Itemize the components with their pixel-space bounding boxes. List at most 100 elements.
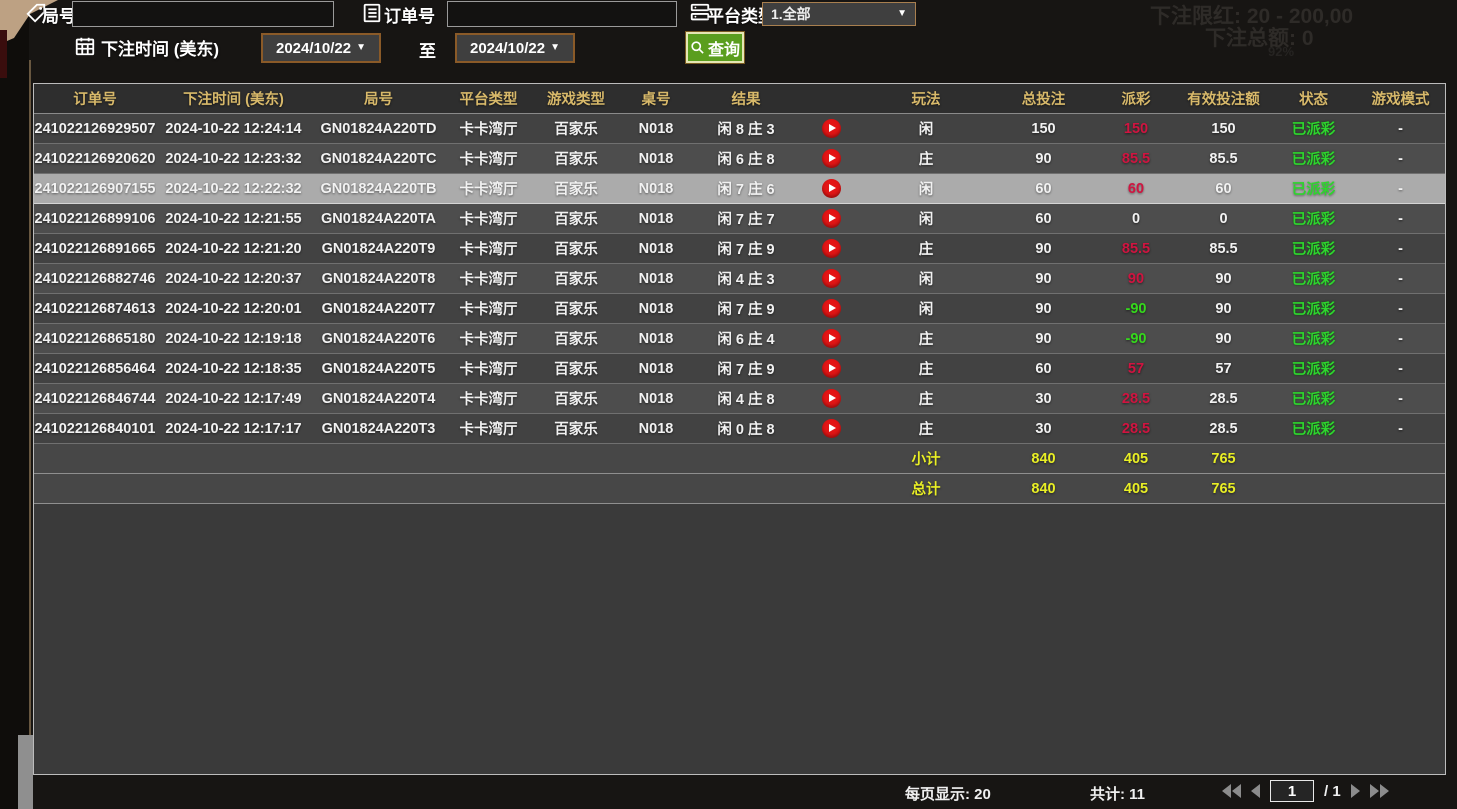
play-icon[interactable] bbox=[822, 359, 841, 378]
play-icon[interactable] bbox=[822, 269, 841, 288]
next-page-button[interactable] bbox=[1351, 784, 1360, 798]
cell-play: 庄 bbox=[861, 144, 991, 173]
cell-status: 已派彩 bbox=[1271, 114, 1356, 143]
cell-result: 闲 0 庄 8 bbox=[691, 414, 801, 443]
cell-bet: 90 bbox=[991, 324, 1096, 353]
date-to-picker[interactable]: 2024/10/22 ▼ bbox=[455, 33, 575, 63]
table-row[interactable]: 2410221268651802024-10-22 12:19:18GN0182… bbox=[34, 324, 1445, 354]
calendar-icon bbox=[74, 35, 96, 57]
play-icon[interactable] bbox=[822, 119, 841, 138]
table-row[interactable]: 2410221269295072024-10-22 12:24:14GN0182… bbox=[34, 114, 1445, 144]
round-input[interactable] bbox=[72, 1, 334, 27]
cell-replay bbox=[801, 114, 861, 143]
cell-platform: 卡卡湾厅 bbox=[446, 144, 531, 173]
page-total-label: / 1 bbox=[1324, 783, 1341, 800]
cell-payout: 150 bbox=[1096, 114, 1176, 143]
search-button[interactable]: 查询 bbox=[686, 32, 744, 63]
table-row[interactable]: 2410221268564642024-10-22 12:18:35GN0182… bbox=[34, 354, 1445, 384]
total-count-label: 共计: 11 bbox=[1090, 783, 1145, 804]
first-page-button[interactable] bbox=[1222, 784, 1241, 798]
empty-cell bbox=[691, 444, 801, 473]
table-row[interactable]: 2410221268991062024-10-22 12:21:55GN0182… bbox=[34, 204, 1445, 234]
cell-platform: 卡卡湾厅 bbox=[446, 174, 531, 203]
cell-valid: 85.5 bbox=[1176, 234, 1271, 263]
cell-table: N018 bbox=[621, 204, 691, 233]
background-line bbox=[29, 60, 31, 735]
play-icon[interactable] bbox=[822, 149, 841, 168]
ghost-percent-text: 92% bbox=[1268, 44, 1294, 59]
play-icon[interactable] bbox=[822, 209, 841, 228]
cell-game: 百家乐 bbox=[531, 204, 621, 233]
column-header: 玩法 bbox=[861, 84, 991, 113]
cell-round: GN01824A220T8 bbox=[311, 264, 446, 293]
cell-platform: 卡卡湾厅 bbox=[446, 114, 531, 143]
cell-table: N018 bbox=[621, 354, 691, 383]
date-from-picker[interactable]: 2024/10/22 ▼ bbox=[261, 33, 381, 63]
cell-replay bbox=[801, 234, 861, 263]
cell-game: 百家乐 bbox=[531, 294, 621, 323]
cell-mode: - bbox=[1356, 354, 1445, 383]
cell-status: 已派彩 bbox=[1271, 204, 1356, 233]
subtotal-row: 小计840405765 bbox=[34, 444, 1445, 474]
cell-mode: - bbox=[1356, 414, 1445, 443]
table-row[interactable]: 2410221268746132024-10-22 12:20:01GN0182… bbox=[34, 294, 1445, 324]
cell-payout: 85.5 bbox=[1096, 144, 1176, 173]
table-row[interactable]: 2410221268916652024-10-22 12:21:20GN0182… bbox=[34, 234, 1445, 264]
platform-select-value: 1.全部 bbox=[771, 4, 811, 24]
background-bar bbox=[18, 735, 33, 809]
play-icon[interactable] bbox=[822, 239, 841, 258]
play-icon[interactable] bbox=[822, 389, 841, 408]
bet-time-filter-label: 下注时间 (美东) bbox=[101, 35, 219, 60]
subtotal-payout: 405 bbox=[1096, 444, 1176, 473]
last-page-button[interactable] bbox=[1370, 784, 1389, 798]
empty-cell bbox=[621, 474, 691, 503]
platform-select[interactable]: 1.全部 ▼ bbox=[762, 2, 916, 26]
play-icon[interactable] bbox=[822, 329, 841, 348]
play-icon[interactable] bbox=[822, 419, 841, 438]
empty-cell bbox=[1271, 444, 1356, 473]
table-row[interactable]: 2410221268401012024-10-22 12:17:17GN0182… bbox=[34, 414, 1445, 444]
table-row[interactable]: 2410221269071552024-10-22 12:22:32GN0182… bbox=[34, 174, 1445, 204]
page-input[interactable] bbox=[1270, 780, 1314, 802]
cell-bet: 90 bbox=[991, 144, 1096, 173]
cell-round: GN01824A220T6 bbox=[311, 324, 446, 353]
table-row[interactable]: 2410221268827462024-10-22 12:20:37GN0182… bbox=[34, 264, 1445, 294]
cell-payout: 90 bbox=[1096, 264, 1176, 293]
cell-order: 241022126899106 bbox=[34, 204, 156, 233]
cell-play: 庄 bbox=[861, 234, 991, 263]
cell-mode: - bbox=[1356, 174, 1445, 203]
clipboard-icon bbox=[361, 2, 383, 24]
play-icon[interactable] bbox=[822, 179, 841, 198]
cell-status: 已派彩 bbox=[1271, 264, 1356, 293]
cell-table: N018 bbox=[621, 294, 691, 323]
cell-replay bbox=[801, 384, 861, 413]
prev-page-button[interactable] bbox=[1251, 784, 1260, 798]
ghost-bet-total-text: 下注总额: 0 bbox=[1205, 22, 1314, 52]
empty-cell bbox=[1271, 474, 1356, 503]
cell-replay bbox=[801, 144, 861, 173]
cell-platform: 卡卡湾厅 bbox=[446, 264, 531, 293]
order-input[interactable] bbox=[447, 1, 677, 27]
search-button-label: 查询 bbox=[708, 36, 740, 60]
column-header: 订单号 bbox=[34, 84, 156, 113]
play-icon[interactable] bbox=[822, 299, 841, 318]
background-left-strip bbox=[0, 0, 29, 809]
empty-cell bbox=[691, 474, 801, 503]
subtotal-bet: 840 bbox=[991, 444, 1096, 473]
cell-mode: - bbox=[1356, 264, 1445, 293]
cell-mode: - bbox=[1356, 144, 1445, 173]
empty-cell bbox=[156, 444, 311, 473]
cell-game: 百家乐 bbox=[531, 384, 621, 413]
table-row[interactable]: 2410221269206202024-10-22 12:23:32GN0182… bbox=[34, 144, 1445, 174]
total-payout: 405 bbox=[1096, 474, 1176, 503]
cell-bet: 30 bbox=[991, 414, 1096, 443]
cell-order: 241022126920620 bbox=[34, 144, 156, 173]
cell-order: 241022126882746 bbox=[34, 264, 156, 293]
cell-round: GN01824A220TD bbox=[311, 114, 446, 143]
cell-status: 已派彩 bbox=[1271, 354, 1356, 383]
table-row[interactable]: 2410221268467442024-10-22 12:17:49GN0182… bbox=[34, 384, 1445, 414]
cell-order: 241022126874613 bbox=[34, 294, 156, 323]
column-header: 总投注 bbox=[991, 84, 1096, 113]
date-range-to-label: 至 bbox=[419, 37, 436, 62]
cell-replay bbox=[801, 354, 861, 383]
